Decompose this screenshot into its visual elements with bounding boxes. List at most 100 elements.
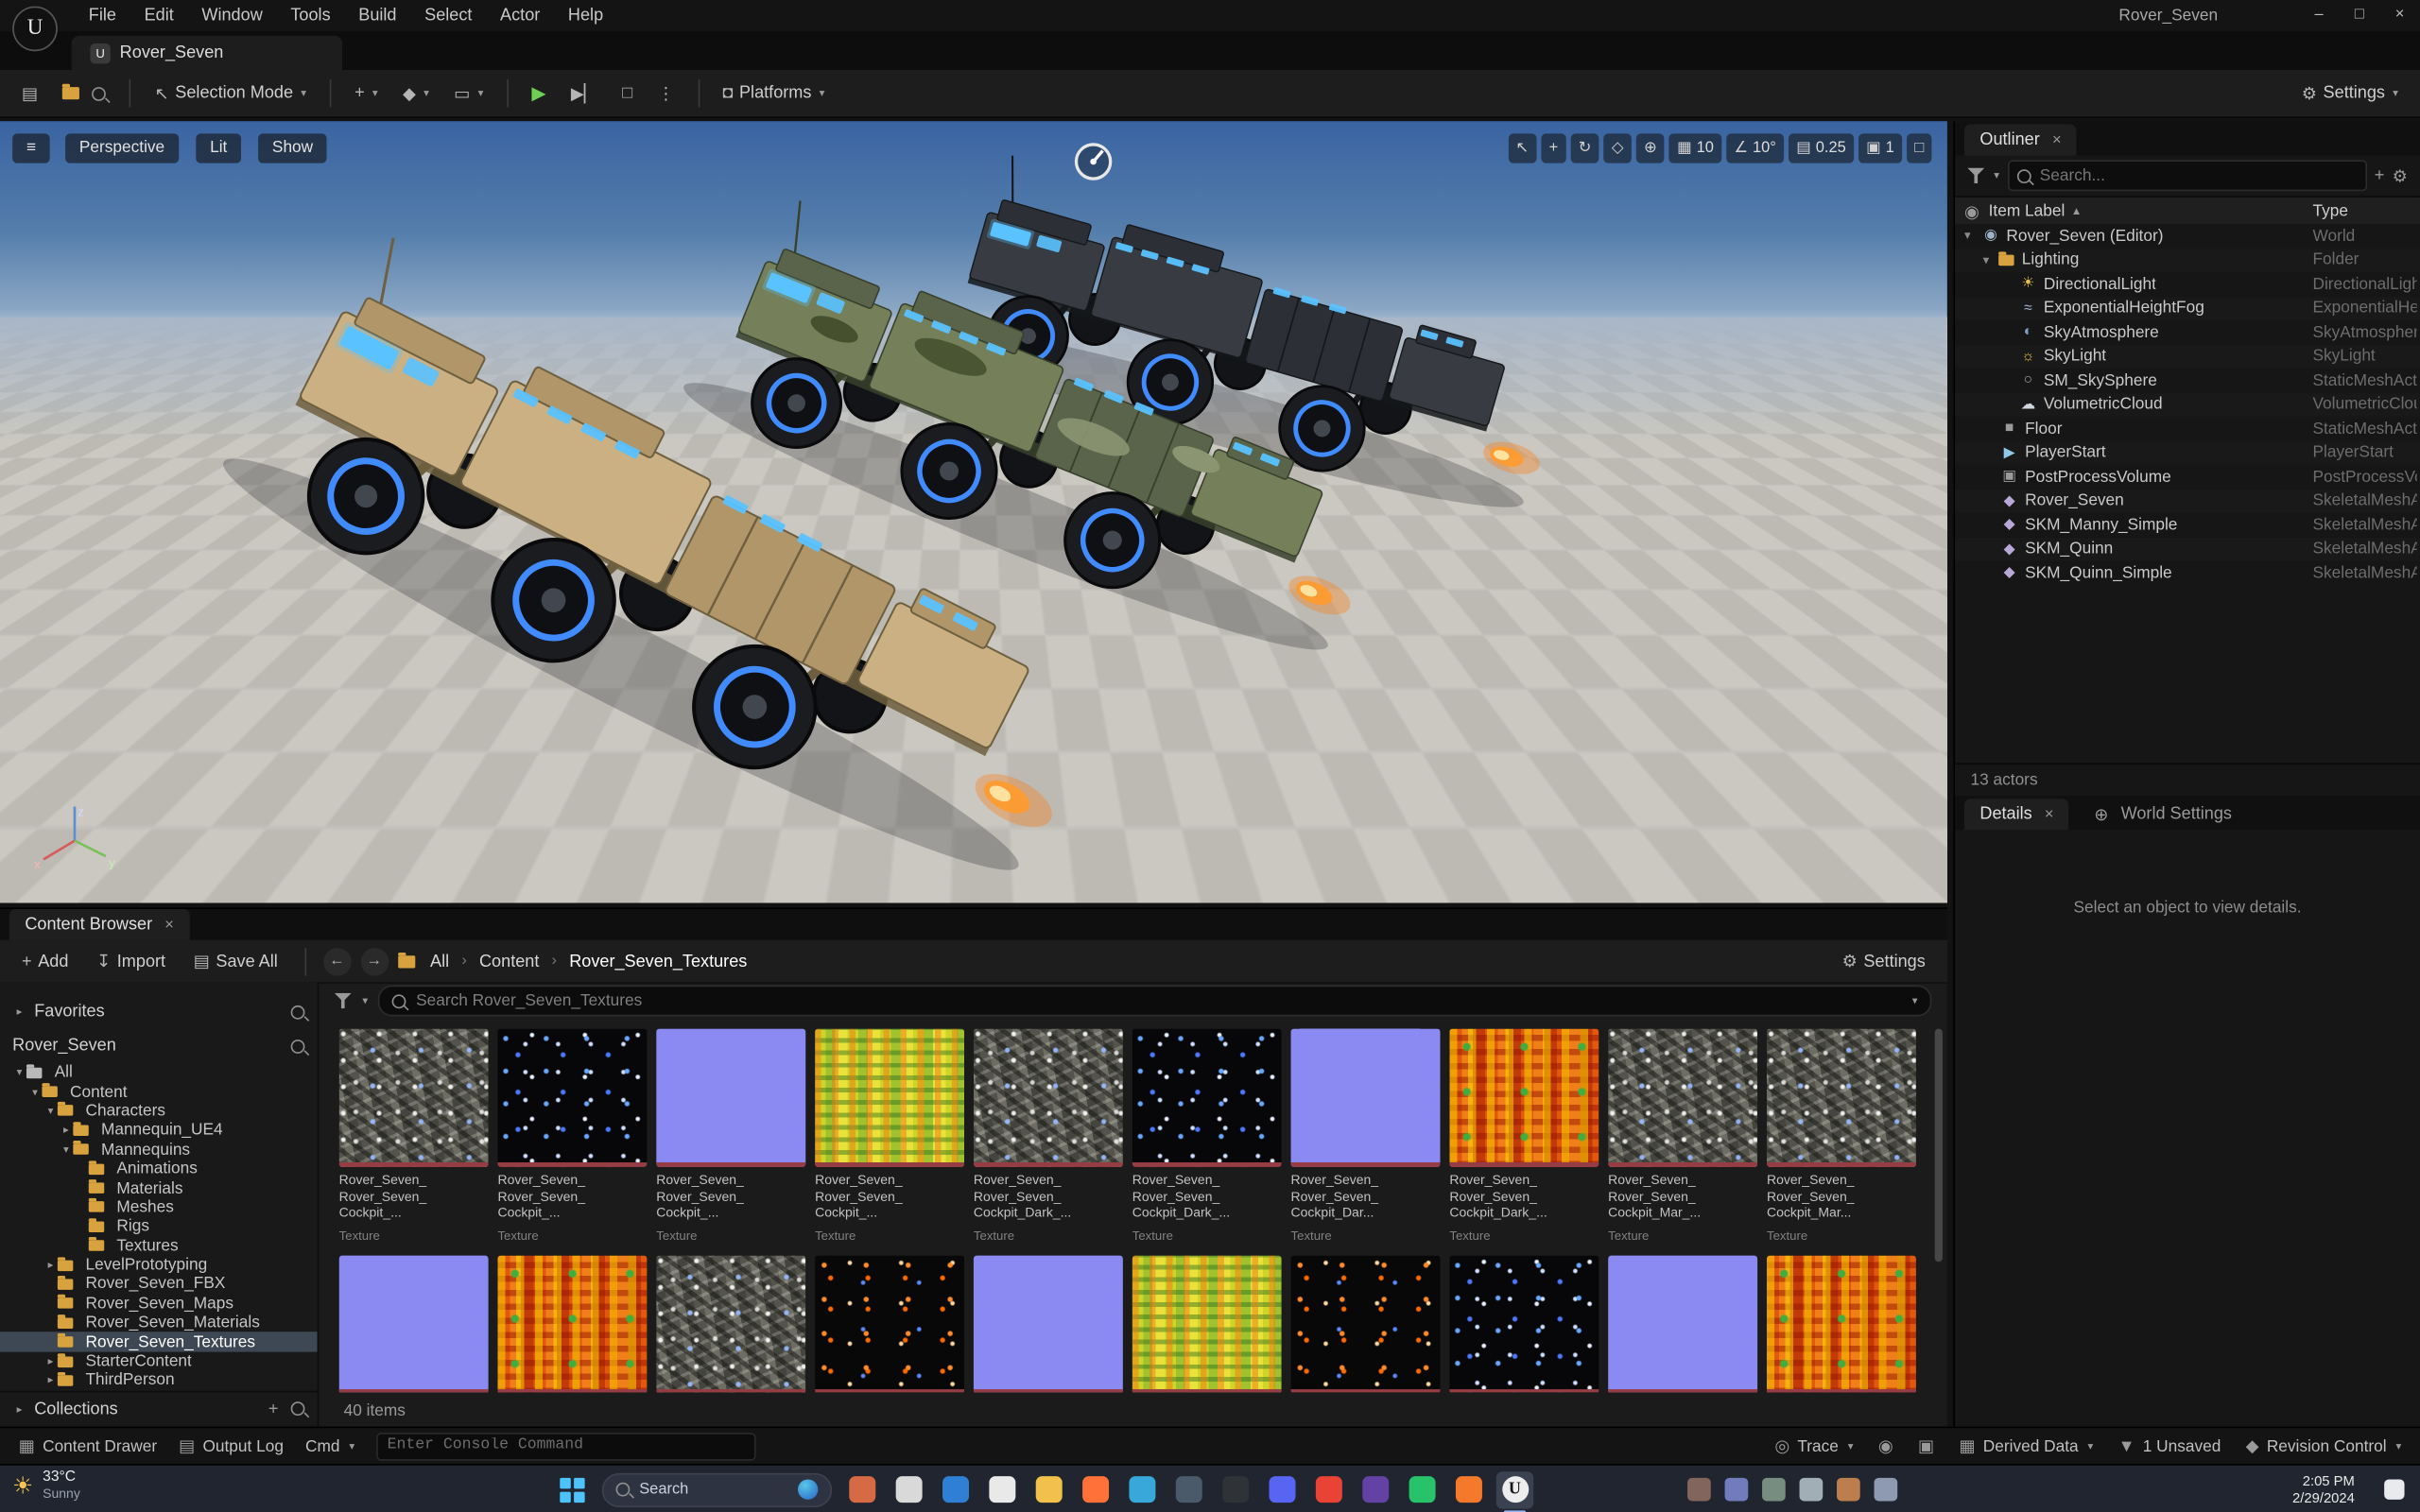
- asset-tile[interactable]: [815, 1254, 965, 1393]
- breadcrumb-current-folder[interactable]: Rover_Seven_Textures: [569, 952, 747, 971]
- target-icon[interactable]: ◉: [1878, 1435, 1893, 1456]
- tray-icon-5[interactable]: [1837, 1477, 1860, 1502]
- taskbar-weather-widget[interactable]: ☀ 33°C Sunny: [12, 1469, 80, 1502]
- expander-icon[interactable]: ▾: [43, 1105, 58, 1118]
- asset-thumbnail[interactable]: [1449, 1254, 1599, 1393]
- taskbar-app-blender[interactable]: [1449, 1470, 1486, 1507]
- expander-icon[interactable]: ▸: [43, 1374, 58, 1387]
- asset-thumbnail[interactable]: [1608, 1028, 1758, 1167]
- folder-tree-item-animations[interactable]: Animations: [0, 1160, 318, 1178]
- folder-tree-item-materials[interactable]: Materials: [0, 1178, 318, 1197]
- asset-tile[interactable]: Rover_Seven_ Rover_Seven_ Cockpit_Dark_...…: [1132, 1028, 1282, 1243]
- breadcrumb-all[interactable]: All: [430, 952, 449, 971]
- folder-tree-item-startercontent[interactable]: ▸ StarterContent: [0, 1351, 318, 1371]
- platforms-dropdown[interactable]: ◘ Platforms ▾: [714, 77, 835, 111]
- outliner-row[interactable]: ☁ VolumetricCloud VolumetricCloud: [1955, 392, 2420, 417]
- outliner-row[interactable]: ◐ SkyAtmosphere SkyAtmosphere: [1955, 319, 2420, 345]
- editor-tab-rover-seven[interactable]: U Rover_Seven: [71, 35, 342, 70]
- outliner-row[interactable]: ▾ ◉ Rover_Seven (Editor) World: [1955, 223, 2420, 249]
- expander-icon[interactable]: ▾: [28, 1086, 43, 1098]
- folder-tree-item-rover-seven-maps[interactable]: Rover_Seven_Maps: [0, 1294, 318, 1313]
- asset-thumbnail[interactable]: [338, 1254, 489, 1393]
- outliner-row[interactable]: ☼ SkyLight SkyLight: [1955, 344, 2420, 369]
- menu-actor[interactable]: Actor: [486, 0, 554, 31]
- grid-snap-toggle[interactable]: ▦ 10: [1668, 133, 1722, 163]
- tray-icon-1[interactable]: [1687, 1477, 1711, 1502]
- outliner-column-header[interactable]: ◉ Item Label ▲ Type: [1955, 196, 2420, 228]
- asset-tile[interactable]: Rover_Seven_ Rover_Seven_ Cockpit_Dark_...…: [1449, 1028, 1599, 1243]
- asset-tile[interactable]: [497, 1254, 648, 1393]
- menu-file[interactable]: File: [75, 0, 130, 31]
- close-icon[interactable]: ×: [164, 916, 174, 933]
- output-log-button[interactable]: ▤ Output Log: [179, 1435, 284, 1456]
- expander-icon[interactable]: ▾: [1983, 253, 1998, 267]
- asset-search-input[interactable]: [412, 989, 1903, 1012]
- content-drawer-button[interactable]: ▦ Content Drawer: [19, 1435, 157, 1456]
- chevron-down-icon[interactable]: ▾: [1912, 994, 1918, 1007]
- viewport-menu-button[interactable]: ≡: [12, 133, 50, 163]
- outliner-row[interactable]: ≈ ExponentialHeightFog ExponentialHeight…: [1955, 296, 2420, 320]
- back-button[interactable]: ←: [322, 947, 352, 975]
- asset-thumbnail[interactable]: [1766, 1254, 1916, 1393]
- eye-icon[interactable]: ◉: [1964, 201, 1979, 222]
- console-command-input[interactable]: [376, 1432, 756, 1460]
- asset-tile[interactable]: Rover_Seven_ Rover_Seven_ Cockpit_Dar... T…: [1290, 1028, 1441, 1243]
- revision-control-dropdown[interactable]: ◆ Revision Control ▾: [2246, 1435, 2402, 1456]
- menu-tools[interactable]: Tools: [277, 0, 345, 31]
- folder-tree-item-all[interactable]: ▾ All: [0, 1063, 318, 1082]
- asset-thumbnail[interactable]: [656, 1028, 806, 1167]
- outliner-row[interactable]: ☀ DirectionalLight DirectionalLight: [1955, 271, 2420, 297]
- close-icon[interactable]: ×: [2052, 131, 2062, 148]
- asset-thumbnail[interactable]: [656, 1254, 806, 1393]
- asset-tile[interactable]: [656, 1254, 806, 1393]
- column-item-label[interactable]: Item Label: [1989, 202, 2066, 221]
- menu-window[interactable]: Window: [188, 0, 277, 31]
- search-icon[interactable]: [290, 1401, 305, 1417]
- expander-icon[interactable]: ▸: [43, 1259, 58, 1272]
- asset-tile[interactable]: [1290, 1254, 1441, 1393]
- taskbar-app-twitch[interactable]: [1357, 1470, 1393, 1507]
- taskbar-app-edge[interactable]: [1123, 1470, 1160, 1507]
- folder-tree-item-rover-seven-fbx[interactable]: Rover_Seven_FBX: [0, 1275, 318, 1294]
- tab-details[interactable]: Details ×: [1963, 799, 2069, 831]
- taskbar-app-discord[interactable]: [1263, 1470, 1300, 1507]
- settings-dropdown[interactable]: ⚙ Settings ▾: [2292, 77, 2408, 111]
- asset-thumbnail[interactable]: [1290, 1028, 1441, 1167]
- filter-icon[interactable]: [1967, 167, 1985, 184]
- outliner-search-box[interactable]: [2007, 160, 2367, 192]
- move-tool-button[interactable]: +: [1541, 133, 1566, 163]
- asset-thumbnail[interactable]: [1132, 1028, 1282, 1167]
- project-section[interactable]: Rover_Seven: [0, 1029, 318, 1063]
- taskbar-app-chrome[interactable]: [1309, 1470, 1346, 1507]
- tray-icon-4[interactable]: [1799, 1477, 1824, 1502]
- perspective-dropdown[interactable]: Perspective: [65, 133, 179, 163]
- folder-tree-item-levelprototyping[interactable]: ▸ LevelPrototyping: [0, 1256, 318, 1275]
- tray-icon-2[interactable]: [1724, 1477, 1749, 1502]
- save-button[interactable]: ▤: [12, 77, 47, 111]
- asset-tile[interactable]: [1766, 1254, 1916, 1393]
- taskbar-app-photos[interactable]: [843, 1470, 880, 1507]
- asset-tile[interactable]: [1449, 1254, 1599, 1393]
- folder-tree-item-rover-seven-textures[interactable]: Rover_Seven_Textures: [0, 1332, 318, 1352]
- asset-thumbnail[interactable]: [1132, 1254, 1282, 1393]
- asset-thumbnail[interactable]: [1608, 1254, 1758, 1393]
- forward-button[interactable]: →: [360, 947, 389, 975]
- asset-search-box[interactable]: ▾: [376, 985, 1932, 1017]
- search-icon[interactable]: [290, 1039, 305, 1054]
- outliner-row[interactable]: ○ SM_SkySphere StaticMeshActor: [1955, 368, 2420, 393]
- camera-speed-button[interactable]: ▣ 1: [1858, 133, 1903, 163]
- minimize-button[interactable]: –: [2299, 0, 2340, 31]
- outliner-row[interactable]: ▣ PostProcessVolume PostProcessVolume: [1955, 464, 2420, 490]
- content-browser-settings[interactable]: ⚙ Settings: [1833, 944, 1935, 978]
- outliner-row[interactable]: ◆ SKM_Quinn_Simple SkeletalMeshActor: [1955, 560, 2420, 586]
- asset-tile[interactable]: Rover_Seven_ Rover_Seven_ Cockpit_Mar... T…: [1766, 1028, 1916, 1243]
- maximize-viewport-button[interactable]: □: [1906, 133, 1932, 163]
- tab-world-settings[interactable]: ⊕ World Settings: [2079, 799, 2248, 830]
- asset-thumbnail[interactable]: [1766, 1028, 1916, 1167]
- menu-edit[interactable]: Edit: [130, 0, 188, 31]
- asset-thumbnail[interactable]: [497, 1028, 648, 1167]
- maximize-button[interactable]: □: [2339, 0, 2379, 31]
- folder-tree-item-textures[interactable]: Textures: [0, 1236, 318, 1255]
- collections-section[interactable]: ▸ Collections +: [0, 1390, 318, 1425]
- tray-icon-3[interactable]: [1762, 1477, 1786, 1502]
